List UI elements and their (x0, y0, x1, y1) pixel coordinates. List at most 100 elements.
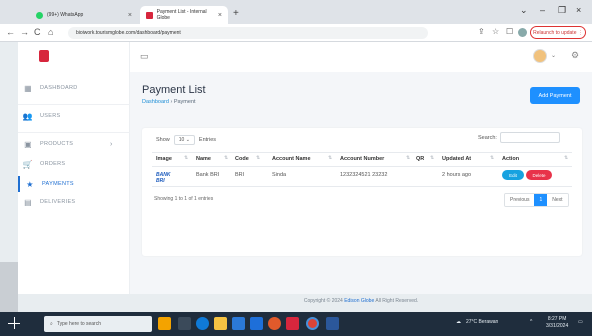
entries-value: 10 (178, 137, 185, 143)
column-header-name[interactable]: Name (196, 156, 211, 162)
entries-control: Show 10 ⌄ Entries (156, 135, 216, 145)
column-header-action: Action (502, 156, 520, 162)
windows-start-icon[interactable] (8, 317, 20, 329)
column-header-account-number[interactable]: Account Number (340, 156, 384, 162)
tab-whatsapp[interactable]: (99+) WhatsApp × (30, 6, 138, 24)
opera-icon[interactable] (286, 317, 299, 330)
sidebar-item-label: PRODUCTS (40, 141, 74, 147)
tab-label: (99+) WhatsApp (47, 12, 84, 18)
breadcrumb-dashboard-link[interactable]: Dashboard (142, 99, 169, 105)
close-tab-icon[interactable]: × (218, 12, 222, 19)
entries-label: Entries (198, 137, 217, 143)
payment-table-card: Show 10 ⌄ Entries Search: Image ⇅ Name ⇅… (142, 128, 582, 256)
taskbar-search-input[interactable]: ⌕ Type here to search (44, 316, 152, 332)
new-tab-button[interactable]: + (233, 8, 239, 19)
sidebar: ▦ DASHBOARD 👥 USERS ▣ PRODUCTS › 🛒 ORDER… (18, 42, 130, 294)
chevron-down-icon[interactable]: ⌄ (551, 52, 556, 59)
sidebar-item-orders[interactable]: 🛒 ORDERS (18, 156, 130, 172)
sidebar-item-label: DASHBOARD (40, 85, 78, 91)
sidebar-item-users[interactable]: 👥 USERS (18, 108, 130, 124)
search-icon: ⌕ (50, 321, 53, 327)
footer: Copyright © 2024 Edison Globe All Right … (130, 298, 592, 304)
close-window-button[interactable]: × (576, 5, 581, 15)
top-navbar: ▭ ⌄ ⚙ (130, 42, 592, 72)
entries-select[interactable]: 10 ⌄ (173, 135, 195, 145)
footer-brand-link[interactable]: Edison Globe (344, 298, 374, 304)
mail-icon[interactable] (250, 317, 263, 330)
back-icon[interactable]: ← (6, 27, 15, 37)
cart-icon: 🛒 (22, 159, 34, 169)
page-1-button[interactable]: 1 (534, 194, 548, 206)
task-view-icon[interactable] (178, 317, 191, 330)
sort-icon: ⇅ (406, 155, 411, 161)
weather-icon[interactable]: ☁ (456, 319, 461, 325)
star-icon: ★ (26, 179, 34, 189)
whatsapp-icon (36, 11, 43, 19)
column-header-code[interactable]: Code (235, 156, 249, 162)
sort-icon: ⇅ (430, 155, 435, 161)
windows-taskbar: ⌕ Type here to search ☁ 27°C Berawan ^ 8… (0, 312, 592, 336)
app-logo-icon[interactable] (39, 50, 49, 62)
sort-icon: ⇅ (256, 155, 261, 161)
cell-account-name: Sinda (272, 172, 287, 178)
bookmark-star-icon[interactable]: ☆ (492, 27, 499, 36)
delete-button[interactable]: Delete (526, 170, 552, 180)
sidepanel-icon[interactable]: ☐ (506, 27, 513, 36)
tab-payment-list[interactable]: Payment List - Internal Globe × (140, 6, 228, 24)
notification-icon[interactable]: ▭ (578, 319, 583, 325)
cell-updated-at: 2 hours ago (442, 172, 472, 178)
edge-browser-icon[interactable] (196, 317, 209, 330)
main-content: ▭ ⌄ ⚙ Payment List Dashboard › Payment A… (130, 42, 592, 304)
profile-avatar-icon[interactable] (518, 28, 527, 37)
breadcrumb: Dashboard › Payment (142, 99, 196, 105)
store-icon[interactable] (232, 317, 245, 330)
search-input[interactable] (499, 132, 560, 143)
gear-icon[interactable]: ⚙ (571, 50, 579, 61)
divider (18, 132, 130, 133)
maximize-button[interactable]: ❐ (558, 5, 566, 16)
divider (152, 166, 572, 167)
weather-text[interactable]: 27°C Berawan (466, 319, 498, 325)
sidebar-item-dashboard[interactable]: ▦ DASHBOARD (18, 80, 130, 96)
forward-icon[interactable]: → (20, 27, 29, 37)
column-header-qr[interactable]: QR (416, 156, 424, 162)
sidebar-item-products[interactable]: ▣ PRODUCTS › (18, 136, 130, 152)
sidebar-item-deliveries[interactable]: ▤ DELIVERIES (18, 194, 130, 210)
sort-icon: ⇅ (224, 155, 229, 161)
sidebar-item-label: USERS (40, 113, 61, 119)
column-header-updated-at[interactable]: Updated At (442, 156, 471, 162)
relaunch-button[interactable]: Relaunch to update ⋮ (530, 26, 586, 39)
sidebar-item-payments[interactable]: ★ PAYMENTS (18, 176, 130, 192)
next-page-button[interactable]: Next (547, 194, 568, 206)
url-field[interactable]: bioiwork.tourismglobe.com/dashboard/paym… (68, 27, 428, 39)
chrome-icon[interactable] (306, 317, 319, 330)
share-icon[interactable]: ⇪ (478, 27, 485, 36)
column-header-image[interactable]: Image (156, 156, 172, 162)
clock[interactable]: 8:27 PM 3/31/2024 (546, 316, 568, 330)
add-payment-button[interactable]: Add Payment (530, 87, 580, 104)
footer-copyright: Copyright © 2024 (303, 298, 343, 304)
sidebar-item-label: ORDERS (40, 161, 66, 167)
breadcrumb-separator: › (170, 99, 173, 105)
address-bar-row: ← → C ⌂ bioiwork.tourismglobe.com/dashbo… (0, 24, 592, 42)
tab-label: Payment List - Internal Globe (156, 9, 207, 21)
tab-search-icon[interactable]: ⌄ (520, 5, 528, 16)
close-tab-icon[interactable]: × (128, 12, 132, 19)
word-icon[interactable] (326, 317, 339, 330)
tray-chevron-icon[interactable]: ^ (530, 319, 532, 325)
grid-icon: ▦ (24, 83, 32, 93)
reload-icon[interactable]: C (34, 27, 41, 37)
home-icon[interactable]: ⌂ (48, 27, 53, 37)
sort-icon: ⇅ (184, 155, 189, 161)
avatar[interactable] (533, 49, 547, 63)
pagination: Previous 1 Next (504, 193, 569, 207)
menu-toggle-icon[interactable]: ▭ (140, 51, 149, 62)
firefox-icon[interactable] (268, 317, 281, 330)
minimize-button[interactable]: – (540, 5, 545, 15)
column-header-account-name[interactable]: Account Name (272, 156, 311, 162)
news-widget-icon[interactable] (158, 317, 171, 330)
previous-page-button[interactable]: Previous (505, 194, 535, 206)
edit-button[interactable]: Edit (502, 170, 524, 180)
file-explorer-icon[interactable] (214, 317, 227, 330)
cell-account-number: 1232324521 23232 (340, 172, 388, 178)
